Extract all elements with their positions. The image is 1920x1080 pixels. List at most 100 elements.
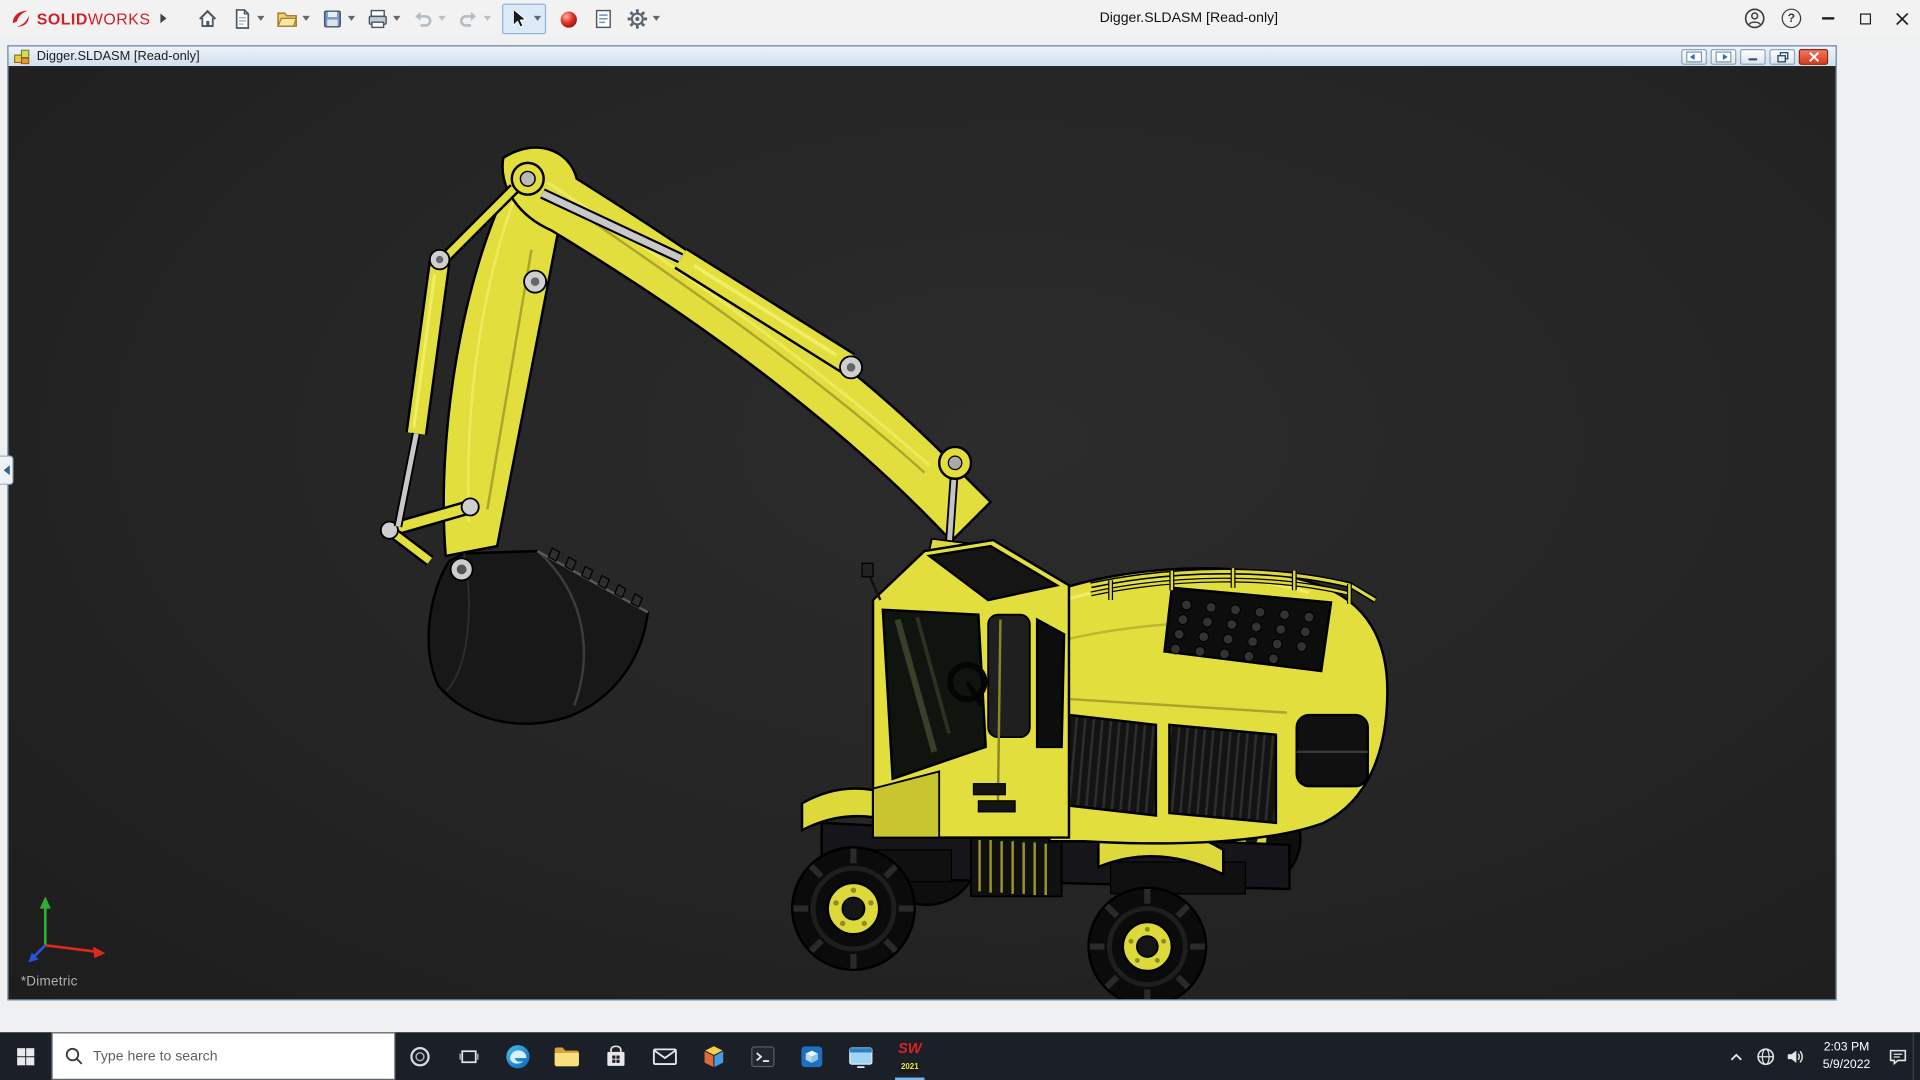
command-prompt-icon <box>751 1045 775 1067</box>
tile-view-button[interactable] <box>1710 48 1737 65</box>
doc-minimize-button[interactable] <box>1740 48 1766 65</box>
action-center-icon <box>1889 1049 1907 1065</box>
help-icon: ? <box>1781 8 1802 29</box>
network-button[interactable] <box>1751 1032 1780 1080</box>
speaker-icon <box>1787 1050 1803 1063</box>
graphics-viewport[interactable]: *Dimetric <box>8 66 1836 1000</box>
excavator-model[interactable] <box>9 66 1836 1000</box>
dropdown-arrow-icon[interactable] <box>533 15 542 21</box>
triad-x-axis <box>45 943 106 959</box>
dropdown-arrow-icon[interactable] <box>652 15 660 21</box>
doc-restore-button[interactable] <box>1769 48 1796 65</box>
store-icon <box>607 1044 625 1066</box>
solidworks-2021-button[interactable]: SW 2021 <box>885 1032 934 1080</box>
triad-z-axis <box>28 944 47 963</box>
edge-icon <box>506 1044 530 1068</box>
user-account-icon <box>1744 8 1765 29</box>
maximize-button[interactable] <box>1847 0 1884 37</box>
doc-close-icon <box>1808 51 1819 62</box>
new-document-button[interactable] <box>230 7 265 30</box>
close-button[interactable] <box>1883 0 1920 37</box>
save-button[interactable] <box>321 7 355 30</box>
mail-icon <box>652 1047 677 1065</box>
print-button[interactable] <box>366 7 401 30</box>
redo-button[interactable] <box>457 7 491 30</box>
3d-viewer-button[interactable] <box>689 1032 738 1080</box>
dropdown-arrow-icon[interactable] <box>483 15 491 21</box>
solidworks-2021-icon: SW 2021 <box>894 1038 926 1073</box>
sw-version-badge: 2021 <box>899 1062 920 1073</box>
wheel-front-right[interactable] <box>1087 886 1208 1000</box>
help-glyph: ? <box>1787 11 1796 26</box>
file-explorer-icon <box>554 1046 579 1066</box>
remote-window-button[interactable] <box>836 1032 885 1080</box>
network-globe-icon <box>1757 1047 1775 1065</box>
task-view-button[interactable] <box>444 1032 493 1080</box>
wheel-front-left[interactable] <box>791 846 916 972</box>
volume-button[interactable] <box>1780 1032 1809 1080</box>
file-properties-icon <box>595 9 611 28</box>
microsoft-store-button[interactable] <box>591 1032 640 1080</box>
dropdown-arrow-icon[interactable] <box>256 15 265 21</box>
featuremanager-expand-tab[interactable] <box>0 455 14 485</box>
start-button[interactable] <box>0 1032 51 1080</box>
cortana-button[interactable] <box>396 1032 445 1080</box>
search-input[interactable] <box>93 1048 345 1064</box>
windows-logo-icon <box>17 1047 35 1065</box>
save-icon <box>323 9 341 27</box>
show-desktop-button[interactable] <box>1912 1032 1920 1080</box>
clock[interactable]: 2:03 PM 5/9/2022 <box>1810 1032 1883 1080</box>
clock-date: 5/9/2022 <box>1822 1057 1871 1071</box>
3d-cube-icon <box>702 1044 725 1068</box>
blue-cube-app-icon <box>801 1045 823 1067</box>
assembly-document-icon <box>14 49 30 65</box>
account-button[interactable] <box>1736 0 1773 37</box>
sw-letters: SW <box>897 1038 922 1057</box>
document-title: Digger.SLDASM [Read-only] <box>36 48 200 64</box>
solidworks-brand[interactable]: SOLIDWORKS <box>10 7 151 29</box>
system-tray: 2:03 PM 5/9/2022 <box>1722 1032 1920 1080</box>
triad-y-axis <box>39 896 51 946</box>
edge-button[interactable] <box>493 1032 542 1080</box>
orientation-triad <box>28 896 106 963</box>
home-button[interactable] <box>196 7 219 30</box>
app-titlebar: SOLIDWORKS Digger.SLDASM [Read-only] ? <box>0 0 1920 37</box>
taskbar-search[interactable] <box>51 1032 396 1080</box>
minimize-icon <box>1822 17 1835 20</box>
split-view-button[interactable] <box>1681 48 1707 65</box>
open-button[interactable] <box>275 7 310 30</box>
menu-expand-icon[interactable] <box>160 13 167 24</box>
task-view-icon <box>459 1049 479 1063</box>
hidden-icons-button[interactable] <box>1722 1032 1751 1080</box>
dropdown-arrow-icon[interactable] <box>392 15 401 21</box>
redo-icon <box>459 11 476 27</box>
undo-icon <box>415 11 432 27</box>
app-window-controls: ? <box>1736 0 1920 37</box>
document-titlebar[interactable]: Digger.SLDASM [Read-only] <box>8 46 1836 67</box>
gear-icon <box>627 8 647 29</box>
new-document-icon <box>235 8 249 29</box>
mail-button[interactable] <box>640 1032 689 1080</box>
taskbar: SW 2021 <box>0 1032 1920 1080</box>
print-icon <box>368 9 387 28</box>
options-button[interactable] <box>626 7 660 30</box>
brand-works: WORKS <box>87 9 151 28</box>
command-prompt-button[interactable] <box>738 1032 787 1080</box>
appearances-button[interactable] <box>557 7 580 30</box>
doc-restore-icon <box>1776 51 1788 62</box>
chevron-up-icon <box>1730 1052 1742 1060</box>
minimize-button[interactable] <box>1810 0 1847 37</box>
doc-close-button[interactable] <box>1798 48 1829 65</box>
file-explorer-button[interactable] <box>542 1032 591 1080</box>
dropdown-arrow-icon[interactable] <box>347 15 355 21</box>
dropdown-arrow-icon[interactable] <box>438 15 446 21</box>
undo-button[interactable] <box>411 7 446 30</box>
dropdown-arrow-icon[interactable] <box>302 15 310 21</box>
file-properties-button[interactable] <box>591 7 614 30</box>
help-button[interactable]: ? <box>1773 0 1810 37</box>
select-tool-button[interactable] <box>501 3 546 34</box>
excavator-body[interactable] <box>1046 567 1389 845</box>
cortana-icon <box>410 1046 430 1066</box>
solidworks-tools-button[interactable] <box>787 1032 836 1080</box>
action-center-button[interactable] <box>1883 1032 1912 1080</box>
